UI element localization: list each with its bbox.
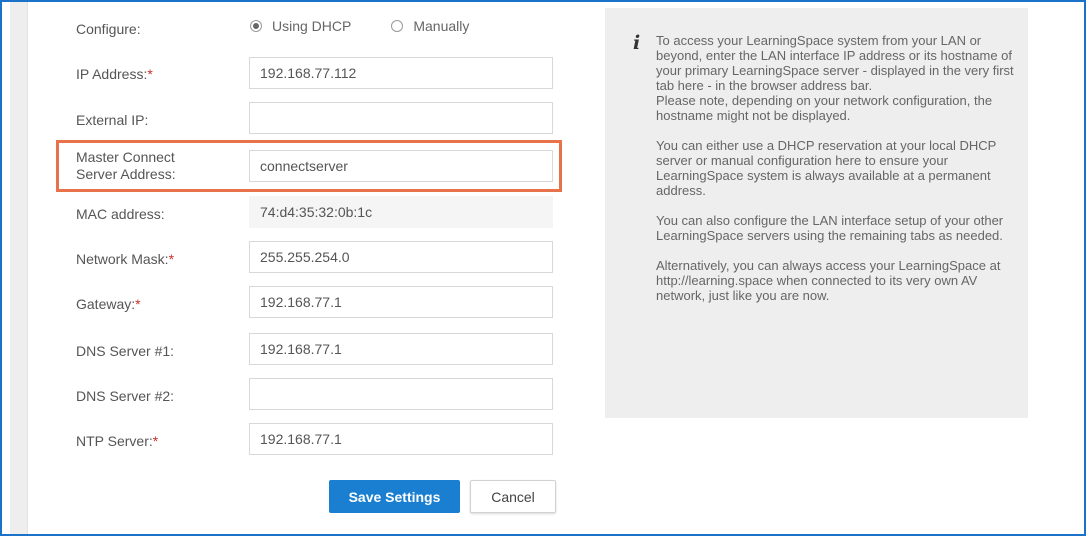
master-connect-label: Master Connect Server Address: (76, 149, 176, 182)
info-paragraph: You can either use a DHCP reservation at… (656, 138, 997, 198)
info-panel: i To access your LearningSpace system fr… (605, 8, 1028, 418)
info-paragraph: Alternatively, you can always access you… (656, 258, 1001, 303)
cancel-button[interactable]: Cancel (470, 480, 556, 513)
external-ip-label: External IP: (76, 112, 149, 128)
radio-using-dhcp[interactable]: Using DHCP (250, 18, 351, 34)
network-mask-label: Network Mask:* (76, 251, 175, 267)
configure-label: Configure: (76, 21, 141, 37)
info-paragraph: Please note, depending on your network c… (656, 93, 993, 123)
configure-radio-group: Using DHCP Manually (250, 18, 469, 34)
network-mask-input[interactable] (249, 241, 553, 273)
ntp-server-label: NTP Server:* (76, 433, 159, 449)
dns-server-1-input[interactable] (249, 333, 553, 365)
ip-address-label: IP Address:* (76, 66, 153, 82)
ip-address-input[interactable] (249, 57, 553, 89)
save-settings-button[interactable]: Save Settings (329, 480, 460, 513)
radio-manually[interactable]: Manually (391, 18, 469, 34)
radio-selected-icon[interactable] (250, 20, 262, 32)
gateway-label: Gateway:* (76, 296, 141, 312)
info-icon: i (633, 32, 641, 54)
external-ip-input[interactable] (249, 102, 553, 134)
radio-manually-label: Manually (413, 18, 470, 34)
dns-server-1-label: DNS Server #1: (76, 343, 175, 359)
info-paragraph: You can also configure the LAN interface… (656, 213, 1004, 243)
info-paragraph: To access your LearningSpace system from… (656, 33, 1014, 93)
dns-server-2-input[interactable] (249, 378, 553, 410)
mac-address-label: MAC address: (76, 206, 165, 222)
ntp-server-input[interactable] (249, 423, 553, 455)
dns-server-2-label: DNS Server #2: (76, 388, 175, 404)
gateway-input[interactable] (249, 286, 553, 318)
radio-unselected-icon[interactable] (391, 20, 404, 32)
left-sidebar-strip (10, 2, 28, 534)
info-text: To access your LearningSpace system from… (656, 33, 1016, 318)
master-connect-input[interactable] (249, 150, 553, 182)
mac-address-value (249, 196, 553, 228)
radio-using-dhcp-label: Using DHCP (272, 18, 352, 34)
